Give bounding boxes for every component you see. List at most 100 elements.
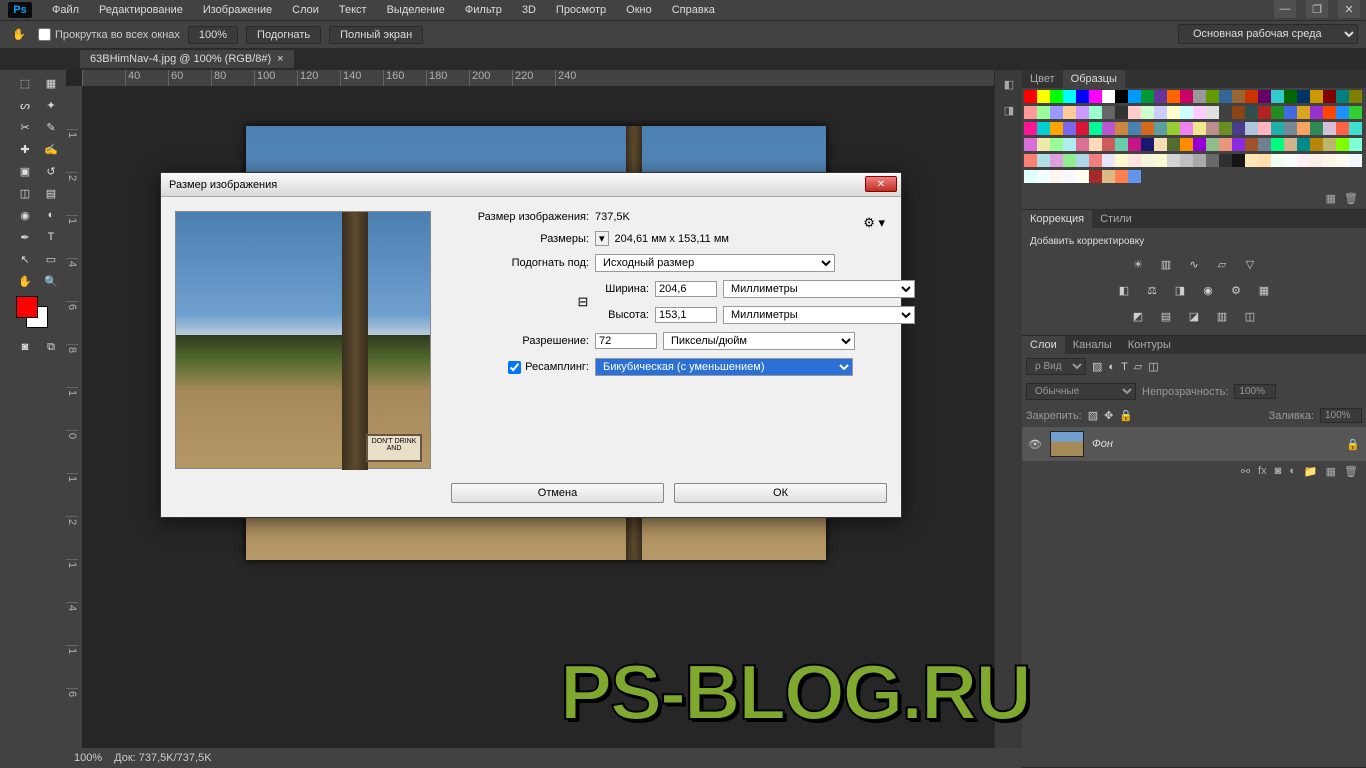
swatch[interactable] bbox=[1180, 122, 1193, 135]
swatch[interactable] bbox=[1063, 122, 1076, 135]
swatch[interactable] bbox=[1310, 122, 1323, 135]
resolution-unit-select[interactable]: Пикселы/дюйм bbox=[663, 332, 855, 350]
swatch[interactable] bbox=[1167, 122, 1180, 135]
swatch[interactable] bbox=[1037, 90, 1050, 103]
swatch[interactable] bbox=[1206, 138, 1219, 151]
swatch[interactable] bbox=[1154, 154, 1167, 167]
gear-icon[interactable]: ⚙ ▾ bbox=[863, 215, 885, 231]
mini-panel-icon[interactable]: ◨ bbox=[997, 98, 1021, 122]
swatch[interactable] bbox=[1024, 154, 1037, 167]
swatch[interactable] bbox=[1154, 138, 1167, 151]
swatch[interactable] bbox=[1219, 154, 1232, 167]
swatch[interactable] bbox=[1232, 90, 1245, 103]
lock-all-icon[interactable]: 🔒 bbox=[1119, 409, 1133, 422]
mini-panel-icon[interactable]: ◧ bbox=[997, 72, 1021, 96]
swatch[interactable] bbox=[1323, 122, 1336, 135]
swatch[interactable] bbox=[1219, 122, 1232, 135]
swatch[interactable] bbox=[1089, 154, 1102, 167]
screenmode-tool[interactable]: ⧉ bbox=[38, 336, 64, 358]
menu-window[interactable]: Окно bbox=[618, 2, 660, 18]
scroll-all-checkbox[interactable]: Прокрутка во всех окнах bbox=[38, 28, 180, 41]
mask-icon[interactable]: ◙ bbox=[1275, 465, 1282, 478]
swatch[interactable] bbox=[1206, 122, 1219, 135]
swatch[interactable] bbox=[1037, 122, 1050, 135]
swatch[interactable] bbox=[1154, 90, 1167, 103]
swatch[interactable] bbox=[1180, 154, 1193, 167]
filter-type-icon[interactable]: T bbox=[1121, 361, 1128, 373]
swatch[interactable] bbox=[1180, 106, 1193, 119]
delete-swatch-icon[interactable]: 🗑 bbox=[1344, 192, 1358, 205]
swatch[interactable] bbox=[1193, 106, 1206, 119]
swatch[interactable] bbox=[1141, 90, 1154, 103]
adj-gradient-icon[interactable]: ▥ bbox=[1211, 307, 1233, 325]
swatch[interactable] bbox=[1310, 106, 1323, 119]
fg-color[interactable] bbox=[16, 296, 38, 318]
swatch[interactable] bbox=[1284, 138, 1297, 151]
swatch[interactable] bbox=[1102, 106, 1115, 119]
swatch[interactable] bbox=[1037, 138, 1050, 151]
adj-poster-icon[interactable]: ▤ bbox=[1155, 307, 1177, 325]
swatch[interactable] bbox=[1284, 154, 1297, 167]
swatch[interactable] bbox=[1336, 138, 1349, 151]
cancel-button[interactable]: Отмена bbox=[451, 483, 664, 503]
maximize-button[interactable]: ❐ bbox=[1306, 0, 1328, 18]
fit-button[interactable]: Подогнать bbox=[246, 26, 321, 44]
swatch[interactable] bbox=[1219, 138, 1232, 151]
swatch[interactable] bbox=[1349, 90, 1362, 103]
swatch[interactable] bbox=[1271, 154, 1284, 167]
swatch[interactable] bbox=[1063, 170, 1076, 183]
fx-icon[interactable]: fx bbox=[1258, 465, 1267, 478]
swatch[interactable] bbox=[1089, 170, 1102, 183]
swatch[interactable] bbox=[1141, 138, 1154, 151]
adj-exposure-icon[interactable]: ▱ bbox=[1211, 255, 1233, 273]
menu-layer[interactable]: Слои bbox=[284, 2, 327, 18]
swatch[interactable] bbox=[1271, 122, 1284, 135]
swatch[interactable] bbox=[1284, 122, 1297, 135]
pen-tool[interactable]: ✒ bbox=[12, 226, 38, 248]
swatch[interactable] bbox=[1219, 106, 1232, 119]
swatch-grid[interactable] bbox=[1022, 88, 1366, 188]
filter-pixel-icon[interactable]: ▧ bbox=[1092, 360, 1102, 373]
swatch[interactable] bbox=[1323, 154, 1336, 167]
swatch[interactable] bbox=[1063, 154, 1076, 167]
swatch[interactable] bbox=[1089, 122, 1102, 135]
swatch[interactable] bbox=[1245, 90, 1258, 103]
layer-filter-select[interactable]: ρ Вид bbox=[1026, 358, 1086, 375]
new-adjust-icon[interactable]: ◐ bbox=[1289, 465, 1296, 478]
close-tab-icon[interactable]: × bbox=[277, 53, 283, 65]
document-tab[interactable]: 63BHimNav-4.jpg @ 100% (RGB/8#)× bbox=[80, 50, 294, 68]
width-unit-select[interactable]: Миллиметры bbox=[723, 280, 915, 298]
swatch[interactable] bbox=[1336, 90, 1349, 103]
resample-select[interactable]: Бикубическая (с уменьшением) bbox=[595, 358, 853, 376]
adj-hue-icon[interactable]: ◧ bbox=[1113, 281, 1135, 299]
swatch[interactable] bbox=[1128, 138, 1141, 151]
swatch[interactable] bbox=[1284, 106, 1297, 119]
resample-checkbox[interactable] bbox=[508, 361, 521, 374]
tools-collapse-strip[interactable] bbox=[0, 70, 10, 768]
swatch[interactable] bbox=[1037, 106, 1050, 119]
swatch[interactable] bbox=[1063, 106, 1076, 119]
swatch[interactable] bbox=[1076, 138, 1089, 151]
adj-invert-icon[interactable]: ◩ bbox=[1127, 307, 1149, 325]
swatch[interactable] bbox=[1024, 90, 1037, 103]
swatch[interactable] bbox=[1167, 90, 1180, 103]
layer-name[interactable]: Фон bbox=[1092, 438, 1113, 450]
close-button[interactable]: ✕ bbox=[1338, 0, 1360, 18]
swatch[interactable] bbox=[1024, 122, 1037, 135]
swatch[interactable] bbox=[1141, 154, 1154, 167]
swatch[interactable] bbox=[1024, 106, 1037, 119]
swatch[interactable] bbox=[1349, 122, 1362, 135]
swatch[interactable] bbox=[1102, 138, 1115, 151]
swatch[interactable] bbox=[1349, 154, 1362, 167]
swatch[interactable] bbox=[1115, 122, 1128, 135]
swatch[interactable] bbox=[1115, 170, 1128, 183]
swatch[interactable] bbox=[1089, 138, 1102, 151]
swatch[interactable] bbox=[1037, 154, 1050, 167]
layer-row[interactable]: 👁 Фон 🔒 bbox=[1022, 427, 1366, 461]
crop-tool[interactable]: ✂ bbox=[12, 116, 38, 138]
swatch[interactable] bbox=[1271, 106, 1284, 119]
swatch[interactable] bbox=[1102, 90, 1115, 103]
swatch[interactable] bbox=[1024, 138, 1037, 151]
swatch[interactable] bbox=[1258, 138, 1271, 151]
workspace-select[interactable]: Основная рабочая среда bbox=[1178, 24, 1358, 44]
